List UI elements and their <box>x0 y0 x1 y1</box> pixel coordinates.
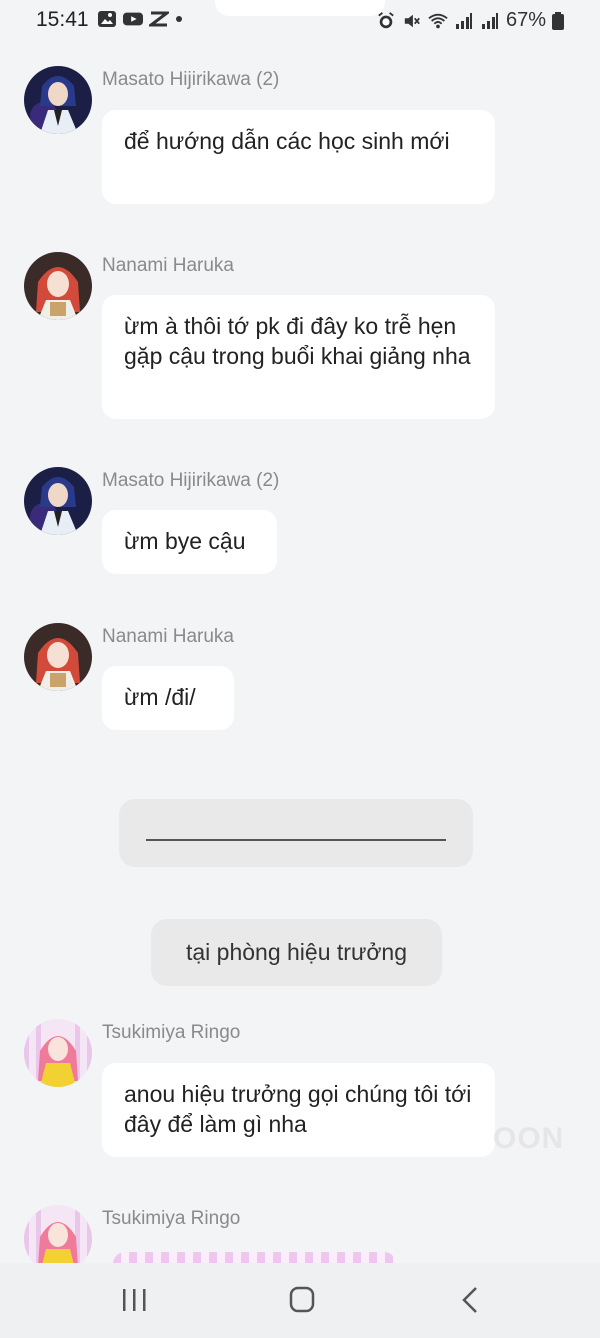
sender-name: Nanami Haruka <box>102 255 234 276</box>
sender-name: Tsukimiya Ringo <box>102 1208 241 1229</box>
watermark: OON <box>493 1122 565 1155</box>
avatar-masato[interactable] <box>24 66 92 134</box>
status-time: 15:41 <box>36 8 89 31</box>
battery-percent: 67% <box>505 9 546 31</box>
avatar-masato[interactable] <box>24 467 92 535</box>
sender-name: Nanami Haruka <box>102 626 234 647</box>
notification-icons <box>97 10 183 28</box>
message-bubble[interactable]: ừm bye cậu <box>102 510 277 574</box>
battery-icon <box>552 11 564 30</box>
signal-icon <box>481 12 498 29</box>
alarm-icon <box>378 11 394 28</box>
previous-bubble-edge <box>215 0 385 16</box>
system-nav-bar <box>0 1263 600 1338</box>
sender-name: Masato Hijirikawa (2) <box>102 69 280 90</box>
message-bubble[interactable]: ừm /đi/ <box>102 666 234 730</box>
capcut-icon <box>149 11 169 27</box>
dot-icon <box>176 16 182 22</box>
back-icon[interactable] <box>450 1285 490 1317</box>
message-bubble[interactable]: anou hiệu trưởng gọi chúng tôi tới đây đ… <box>102 1063 495 1157</box>
divider-line <box>146 839 446 841</box>
home-icon[interactable] <box>282 1285 322 1317</box>
message-bubble[interactable]: để hướng dẫn các học sinh mới <box>102 110 495 204</box>
recents-icon[interactable] <box>114 1285 154 1317</box>
sender-name: Tsukimiya Ringo <box>102 1022 241 1043</box>
sender-name: Masato Hijirikawa (2) <box>102 470 280 491</box>
status-bar: 15:41 67% <box>0 0 600 40</box>
avatar-nanami[interactable] <box>24 623 92 691</box>
scene-narration: tại phòng hiệu trưởng <box>151 919 442 986</box>
wifi-icon <box>428 13 448 28</box>
mute-icon <box>404 14 420 27</box>
system-icons: 67% <box>376 9 564 32</box>
avatar-nanami[interactable] <box>24 252 92 320</box>
signal-icon <box>455 12 472 29</box>
message-bubble[interactable]: ừm à thôi tớ pk đi đây ko trễ hẹn gặp cậ… <box>102 295 495 419</box>
scene-divider <box>119 799 473 867</box>
youtube-icon <box>123 12 143 26</box>
avatar-ringo[interactable] <box>24 1019 92 1087</box>
gallery-icon <box>98 11 116 27</box>
